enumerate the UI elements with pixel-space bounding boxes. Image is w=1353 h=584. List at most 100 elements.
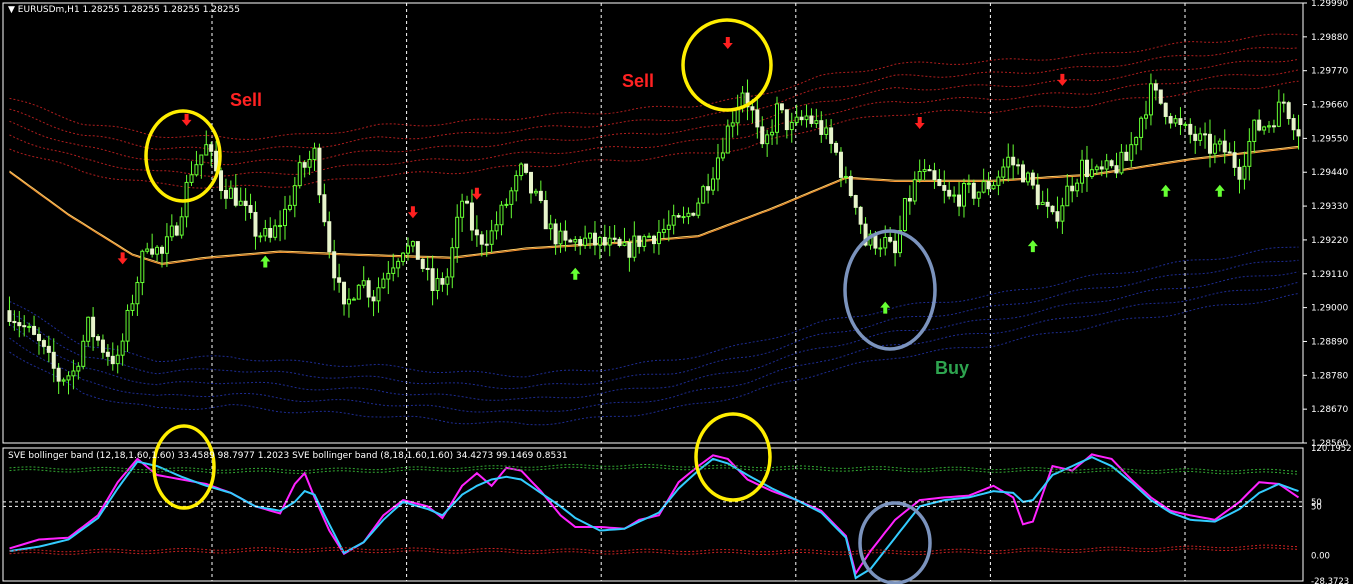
- candle: [430, 255, 435, 306]
- candle-body: [7, 310, 12, 322]
- candle: [1040, 190, 1045, 206]
- candle-body: [1040, 201, 1045, 206]
- candle: [568, 238, 573, 243]
- candle-body: [563, 230, 568, 241]
- candle-body: [661, 228, 666, 233]
- candle-body: [1080, 159, 1085, 184]
- candle-body: [386, 272, 391, 280]
- candle: [1242, 151, 1247, 190]
- candle: [489, 219, 494, 253]
- candle: [12, 310, 17, 331]
- candle: [701, 184, 706, 204]
- candle: [302, 160, 307, 178]
- candle-body: [893, 240, 898, 254]
- candle-body: [46, 345, 51, 353]
- candle: [1193, 125, 1198, 154]
- candle: [420, 257, 425, 273]
- candle: [1281, 93, 1286, 113]
- candle-body: [607, 237, 612, 246]
- candle: [140, 249, 145, 296]
- candle-body: [725, 125, 730, 154]
- candle: [307, 150, 312, 176]
- lower-bands: [9, 246, 1299, 426]
- osc-axis: 120.195250500.00-28.3723: [1311, 444, 1352, 584]
- candle: [558, 222, 563, 253]
- candle: [1237, 158, 1242, 194]
- candle: [100, 334, 105, 359]
- price-tick-label: 1.29990: [1311, 0, 1348, 9]
- candle: [1134, 136, 1139, 155]
- highlight-circle: [694, 412, 772, 502]
- candle-body: [686, 212, 691, 218]
- candle: [410, 240, 415, 253]
- candle-body: [273, 225, 278, 238]
- candle-body: [543, 200, 548, 230]
- candle-body: [238, 200, 243, 206]
- candle: [1075, 178, 1080, 198]
- price-tick-label: 1.28780: [1311, 371, 1348, 381]
- candle: [868, 229, 873, 250]
- candle: [1232, 141, 1237, 177]
- candle-body: [1089, 169, 1094, 178]
- lower-band-line: [9, 293, 1299, 426]
- candle-body: [1286, 102, 1291, 120]
- candle-body: [460, 200, 465, 218]
- candle: [474, 215, 479, 247]
- trading-chart-svg[interactable]: 1.29990 1.29880 1.29770 1.29660 1.29550 1.294…: [0, 0, 1353, 584]
- candle: [27, 322, 32, 333]
- candle-body: [248, 205, 253, 213]
- candle: [125, 304, 130, 353]
- candle-body: [907, 197, 912, 202]
- candle-body: [912, 179, 917, 202]
- candle-body: [189, 174, 194, 183]
- candle: [268, 217, 273, 243]
- candle: [1021, 160, 1026, 183]
- candle: [509, 187, 514, 219]
- buy-label: Buy: [935, 358, 970, 378]
- candle: [1129, 132, 1134, 168]
- candle-body: [56, 367, 61, 382]
- candle-body: [91, 316, 96, 338]
- candle: [435, 268, 440, 300]
- candle: [1217, 138, 1222, 152]
- candle-body: [219, 170, 224, 192]
- candle-body: [701, 186, 706, 204]
- candle: [396, 258, 401, 278]
- candle-body: [105, 351, 110, 357]
- candle-body: [346, 298, 351, 305]
- candle-body: [268, 228, 273, 238]
- upper-band-line: [9, 47, 1299, 153]
- price-tick-label: 1.29000: [1311, 304, 1348, 314]
- candle: [691, 212, 696, 217]
- candle-body: [263, 228, 268, 237]
- candle: [1124, 144, 1129, 161]
- sell-arrow: [471, 187, 482, 200]
- candle-body: [233, 187, 238, 206]
- candle: [189, 161, 194, 187]
- candle: [228, 180, 233, 199]
- candle: [878, 238, 883, 257]
- candle-body: [1075, 182, 1080, 192]
- candle-body: [110, 355, 115, 365]
- candle-body: [322, 194, 327, 223]
- candle: [1119, 143, 1124, 175]
- candle: [1030, 169, 1035, 190]
- candle-body: [1271, 125, 1276, 128]
- candle-body: [17, 322, 22, 327]
- candle-body: [966, 182, 971, 185]
- candle: [543, 190, 548, 230]
- candle-body: [174, 225, 179, 236]
- candle: [942, 170, 947, 204]
- candle-body: [474, 229, 479, 236]
- candle: [1168, 113, 1173, 129]
- candle-body: [1035, 184, 1040, 206]
- candle-body: [440, 278, 445, 285]
- sell-arrow: [407, 206, 418, 219]
- candle: [932, 162, 937, 189]
- candle-body: [834, 142, 839, 153]
- candle: [366, 277, 371, 308]
- candle: [1055, 196, 1060, 229]
- candle: [538, 180, 543, 204]
- candle: [966, 174, 971, 194]
- candle: [238, 187, 243, 206]
